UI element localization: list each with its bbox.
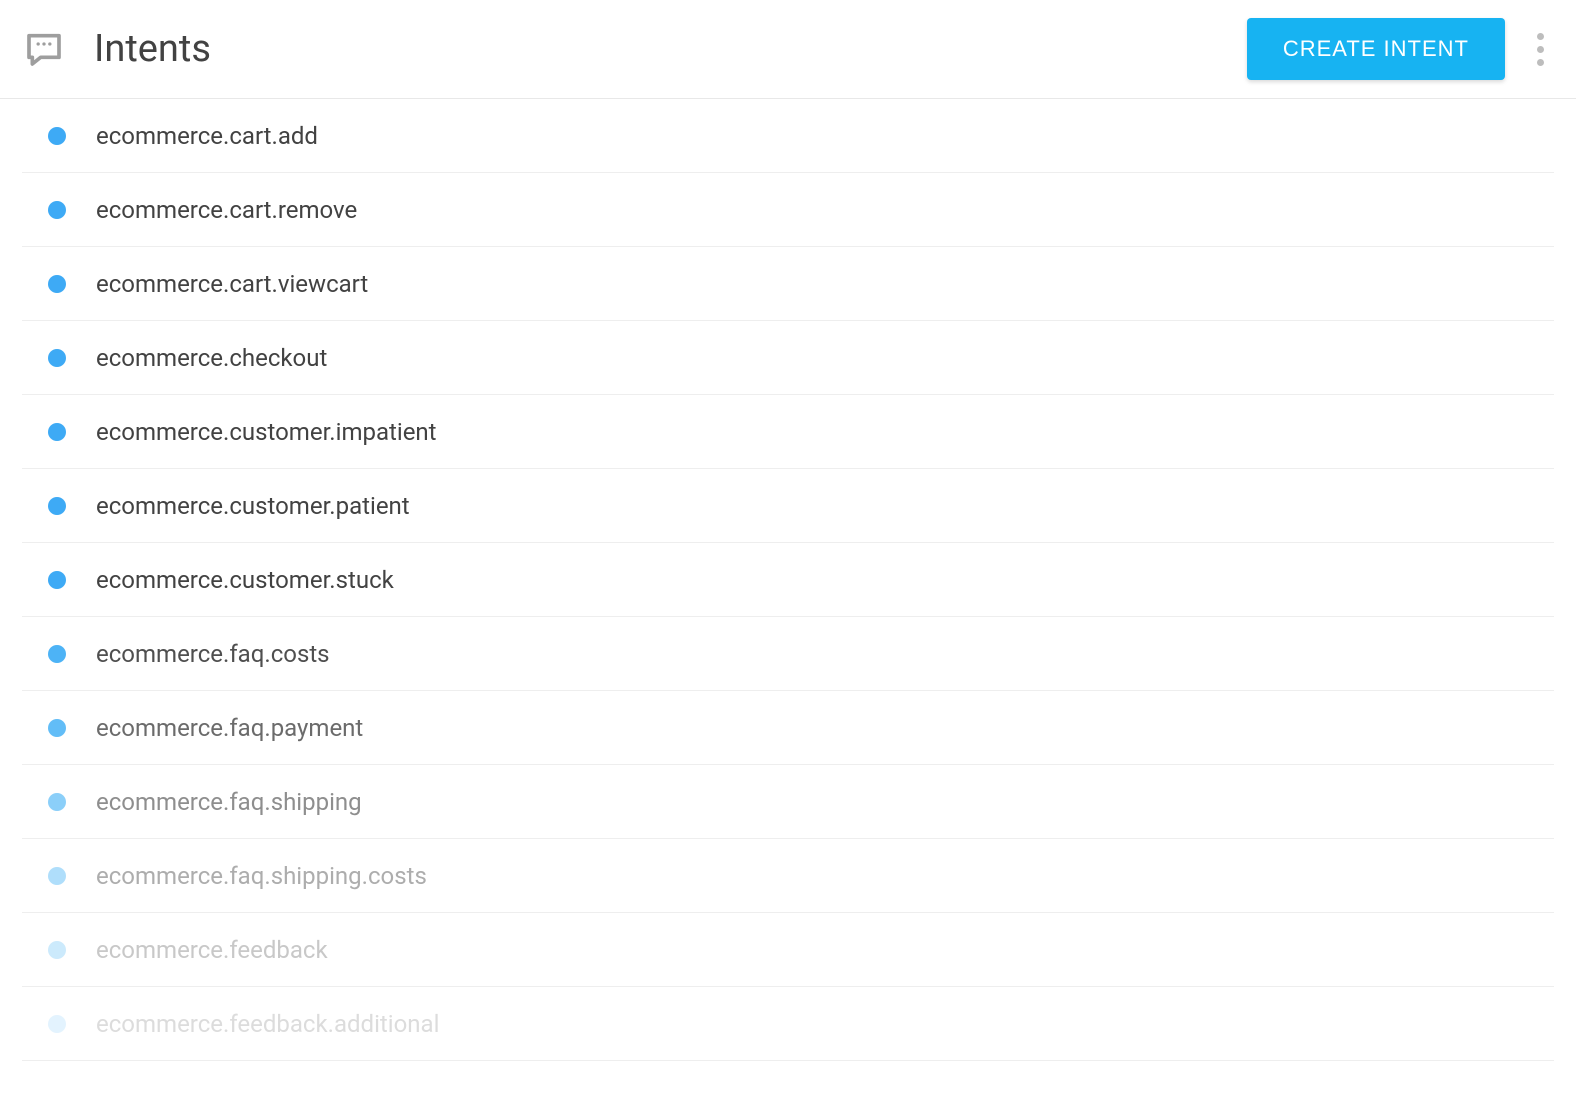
intent-row[interactable]: ecommerce.faq.shipping <box>22 765 1554 839</box>
status-dot-icon <box>48 127 66 145</box>
status-dot-icon <box>48 793 66 811</box>
intent-row[interactable]: ecommerce.feedback.additional <box>22 987 1554 1061</box>
intent-name: ecommerce.faq.shipping <box>96 788 362 816</box>
intent-name: ecommerce.customer.stuck <box>96 566 394 594</box>
kebab-dot-icon <box>1537 46 1544 53</box>
kebab-dot-icon <box>1537 59 1544 66</box>
intent-name: ecommerce.faq.shipping.costs <box>96 862 427 890</box>
intent-row[interactable]: ecommerce.customer.patient <box>22 469 1554 543</box>
intent-row[interactable]: ecommerce.faq.payment <box>22 691 1554 765</box>
more-options-button[interactable] <box>1529 25 1552 74</box>
status-dot-icon <box>48 719 66 737</box>
intent-name: ecommerce.customer.patient <box>96 492 410 520</box>
intent-row[interactable]: ecommerce.customer.impatient <box>22 395 1554 469</box>
intents-list: ecommerce.cart.add ecommerce.cart.remove e… <box>0 99 1576 1061</box>
intent-row[interactable]: ecommerce.cart.viewcart <box>22 247 1554 321</box>
intent-name: ecommerce.checkout <box>96 344 327 372</box>
intent-name: ecommerce.feedback.additional <box>96 1010 439 1038</box>
status-dot-icon <box>48 349 66 367</box>
status-dot-icon <box>48 423 66 441</box>
status-dot-icon <box>48 275 66 293</box>
page-header: Intents CREATE INTENT <box>0 0 1576 99</box>
intent-row[interactable]: ecommerce.cart.remove <box>22 173 1554 247</box>
status-dot-icon <box>48 571 66 589</box>
intent-name: ecommerce.cart.viewcart <box>96 270 368 298</box>
intent-name: ecommerce.faq.payment <box>96 714 363 742</box>
intent-row[interactable]: ecommerce.customer.stuck <box>22 543 1554 617</box>
status-dot-icon <box>48 941 66 959</box>
status-dot-icon <box>48 201 66 219</box>
intent-row[interactable]: ecommerce.faq.shipping.costs <box>22 839 1554 913</box>
intent-name: ecommerce.cart.add <box>96 122 318 150</box>
status-dot-icon <box>48 1015 66 1033</box>
intent-name: ecommerce.cart.remove <box>96 196 357 224</box>
intent-name: ecommerce.feedback <box>96 936 328 964</box>
intent-name: ecommerce.customer.impatient <box>96 418 437 446</box>
intent-row[interactable]: ecommerce.cart.add <box>22 99 1554 173</box>
status-dot-icon <box>48 497 66 515</box>
status-dot-icon <box>48 867 66 885</box>
page-title: Intents <box>94 27 1247 71</box>
kebab-dot-icon <box>1537 33 1544 40</box>
intent-row[interactable]: ecommerce.faq.costs <box>22 617 1554 691</box>
status-dot-icon <box>48 645 66 663</box>
intent-row[interactable]: ecommerce.feedback <box>22 913 1554 987</box>
intent-row[interactable]: ecommerce.checkout <box>22 321 1554 395</box>
create-intent-button[interactable]: CREATE INTENT <box>1247 18 1505 80</box>
intent-name: ecommerce.faq.costs <box>96 640 330 668</box>
intents-icon <box>24 29 64 69</box>
